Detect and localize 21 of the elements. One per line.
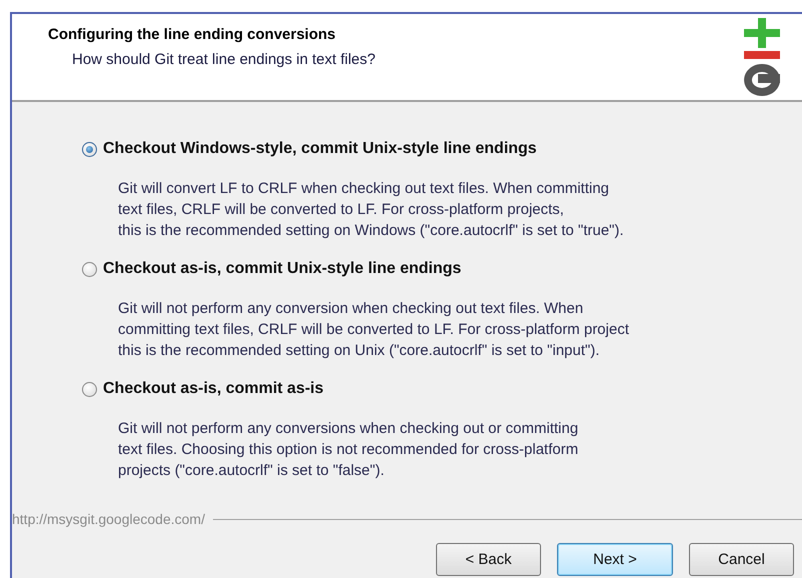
option-description: Git will not perform any conversions when checking out or committing xyxy=(118,419,580,439)
page-title: Configuring the line ending conversions xyxy=(48,26,337,43)
option-description: Git will not perform any conversion when checking out text files. When xyxy=(118,299,584,319)
page-subtitle: How should Git treat line endings in text files? xyxy=(72,51,376,68)
wizard-button[interactable]: Next > xyxy=(557,543,673,576)
wizard-button[interactable]: Cancel xyxy=(689,543,794,576)
option-description: text files. Choosing this option is not recommended for cross-platform xyxy=(118,440,580,460)
radio-button[interactable] xyxy=(82,382,97,396)
url-text: http://msysgit.googlecode.com/ xyxy=(12,511,205,527)
option-label[interactable]: Checkout as-is, commit Unix-style line endings xyxy=(103,260,462,278)
option-label[interactable]: Checkout as-is, commit as-is xyxy=(103,380,324,398)
wizard-button[interactable]: < Back xyxy=(436,543,541,576)
option-description: projects ("core.autocrlf" is set to "false"). xyxy=(118,461,386,481)
option-description: text files, CRLF will be converted to LF. For cross-platform projects, xyxy=(118,200,565,220)
radio-button[interactable] xyxy=(82,262,97,276)
option-description: this is the recommended setting on Unix ("core.autocrlf" is set to "input"). xyxy=(118,341,601,361)
radio-button[interactable] xyxy=(82,142,97,156)
option-description: Git will convert LF to CRLF when checking out text files. When committing xyxy=(118,179,610,199)
option-description: committing text files, CRLF will be converted to LF. For cross-platform project xyxy=(118,320,630,340)
option-label[interactable]: Checkout Windows-style, commit Unix-style line endings xyxy=(103,140,537,158)
option-description: this is the recommended setting on Windows ("core.autocrlf" is set to "true"). xyxy=(118,221,625,241)
